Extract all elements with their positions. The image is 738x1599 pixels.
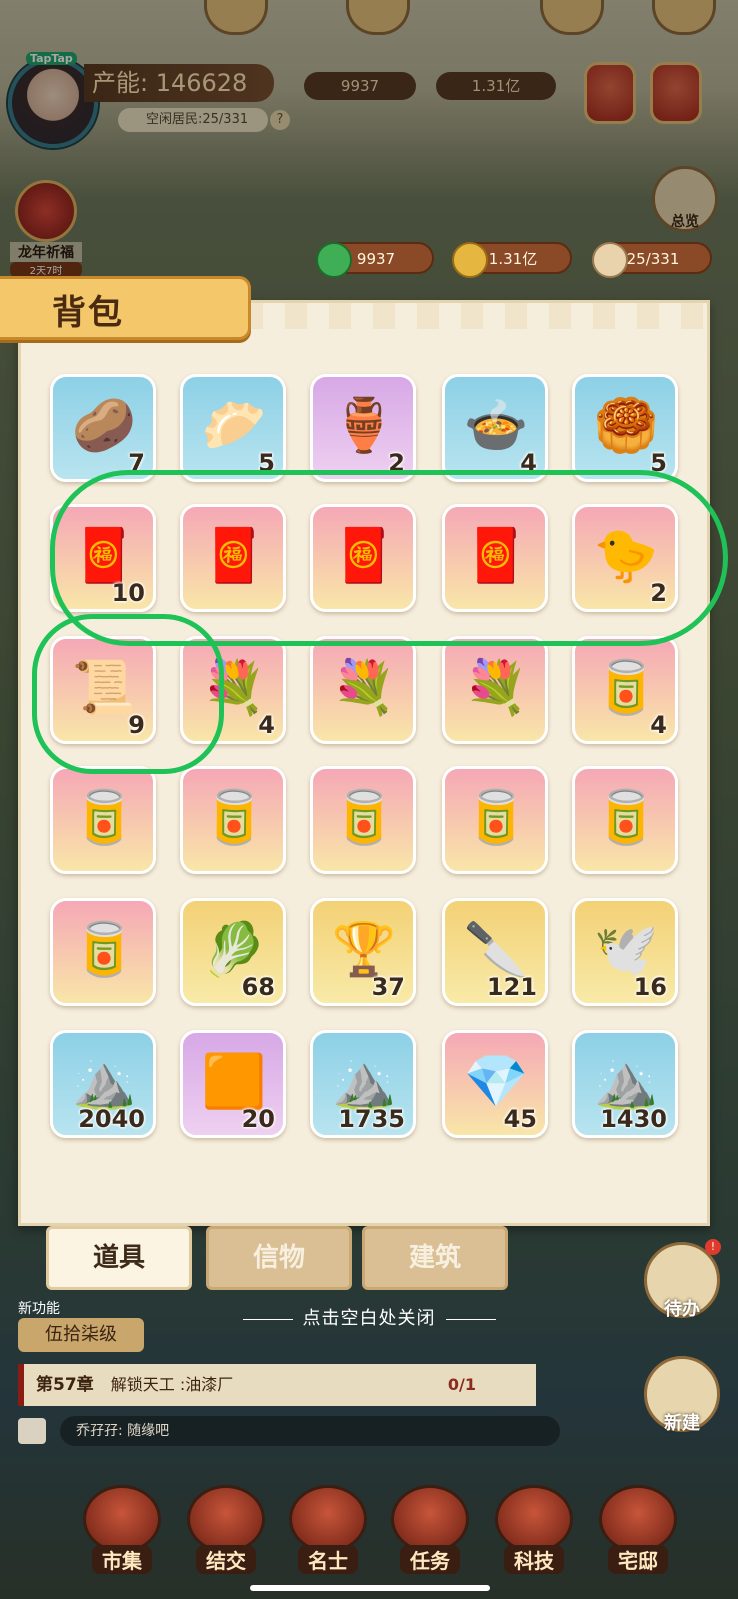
nav-tasks[interactable]: 任务 [380,1485,480,1581]
tech-icon [495,1485,573,1553]
item-count: 4 [258,711,275,739]
item-count: 1430 [600,1105,667,1133]
nav-label: 宅邸 [608,1545,668,1574]
tab-buildings[interactable]: 建筑 [362,1226,508,1290]
item-count: 2040 [78,1105,145,1133]
item-slot[interactable]: 🥫 [50,898,156,1006]
nav-label: 任务 [400,1545,460,1574]
nav-label: 名士 [298,1545,358,1574]
bottom-nav: 市集 结交 名士 任务 科技 宅邸 [0,1469,738,1599]
item-count: 16 [633,973,667,1001]
scholar-icon [289,1485,367,1553]
player-level: 伍拾柒级 [18,1318,144,1352]
fish-can-icon: 🥫 [71,788,137,848]
item-slot[interactable]: ⛰️ 1735 [310,1030,416,1138]
gold-coin-icon [452,242,488,278]
new-build-button[interactable]: 新建 [644,1356,720,1434]
market-icon [83,1485,161,1553]
panel-title: 背包 [52,293,124,333]
item-count: 20 [241,1105,275,1133]
home-indicator[interactable] [250,1585,490,1591]
residents-count: 25/331 [592,242,712,278]
item-slot[interactable]: 🥟 5 [180,374,286,482]
item-slot[interactable]: 🏺 2 [310,374,416,482]
item-slot[interactable]: 💐 [442,636,548,744]
todo-badge: ! [705,1239,721,1255]
chapter-progress: 0/1 [447,1375,476,1394]
item-slot[interactable]: 🥮 5 [572,374,678,482]
nav-label: 科技 [504,1545,564,1574]
item-slot[interactable]: 💎 45 [442,1030,548,1138]
nav-label: 结交 [196,1545,256,1574]
item-slot[interactable]: 🥔 7 [50,374,156,482]
fish-can-icon: 🥫 [463,788,529,848]
nav-label: 市集 [92,1545,152,1574]
residents-icon [592,242,628,278]
item-slot[interactable]: 🥫 [442,766,548,874]
todo-button[interactable]: ! 待办 [644,1239,721,1320]
chat-message: 乔孖孖: 随缘吧 [60,1416,560,1446]
item-count: 121 [486,973,537,1001]
new-build-label: 新建 [664,1413,700,1434]
flower-vase-icon: 💐 [463,658,529,718]
chapter-bar[interactable]: 第57章 解锁天工 :油漆厂 0/1 [18,1364,536,1406]
todo-label: 待办 [664,1299,700,1320]
item-count: 68 [241,973,275,1001]
nav-scholars[interactable]: 名士 [278,1485,378,1581]
item-slot[interactable]: 🏆 37 [310,898,416,1006]
item-slot[interactable]: 🥫 [180,766,286,874]
item-slot[interactable]: 🥫 [50,766,156,874]
item-count: 4 [650,711,667,739]
jade-value: 9937 [356,250,396,268]
task-icon [391,1485,469,1553]
nav-mansion[interactable]: 宅邸 [588,1485,688,1581]
fish-can-icon: 🥫 [71,920,137,980]
highlight-ring [32,614,224,774]
item-slot[interactable]: ⛰️ 2040 [50,1030,156,1138]
fish-can-icon: 🥫 [593,788,659,848]
item-count: 45 [503,1105,537,1133]
residents-value: 25/331 [626,250,680,268]
item-slot[interactable]: 🕊️ 16 [572,898,678,1006]
tab-items[interactable]: 道具 [46,1226,192,1290]
backpack-title-tab: 背包 [0,276,251,340]
item-slot[interactable]: 🥫 [572,766,678,874]
item-slot[interactable]: 🔪 121 [442,898,548,1006]
mansion-icon [599,1485,677,1553]
chat-bar[interactable]: 乔孖孖: 随缘吧 [18,1416,560,1446]
jade-coin-icon [316,242,352,278]
new-feature-label[interactable]: 新功能 [18,1298,60,1318]
gold-value: 1.31亿 [488,250,538,268]
item-count: 37 [371,973,405,1001]
fish-can-icon: 🥫 [201,788,267,848]
item-slot[interactable]: 💐 [310,636,416,744]
cards-icon [187,1485,265,1553]
jade-currency: 9937 [316,242,434,278]
fish-can-icon: 🥫 [331,788,397,848]
item-slot[interactable]: 🟧 20 [180,1030,286,1138]
item-slot[interactable]: ⛰️ 1430 [572,1030,678,1138]
tab-tokens[interactable]: 信物 [206,1226,352,1290]
gold-currency: 1.31亿 [452,242,572,278]
nav-market[interactable]: 市集 [72,1485,172,1581]
item-slot[interactable]: 🥬 68 [180,898,286,1006]
item-count: 1735 [338,1105,405,1133]
chapter-task: 解锁天工 :油漆厂 [110,1375,234,1394]
flower-vase-icon: 💐 [331,658,397,718]
nav-tech[interactable]: 科技 [484,1485,584,1581]
nav-friends[interactable]: 结交 [176,1485,276,1581]
item-slot[interactable]: 🥫 [310,766,416,874]
speaker-icon [18,1418,46,1444]
chapter-number: 第57章 [36,1375,94,1395]
item-slot[interactable]: 🥫 4 [572,636,678,744]
item-slot[interactable]: 🍲 4 [442,374,548,482]
